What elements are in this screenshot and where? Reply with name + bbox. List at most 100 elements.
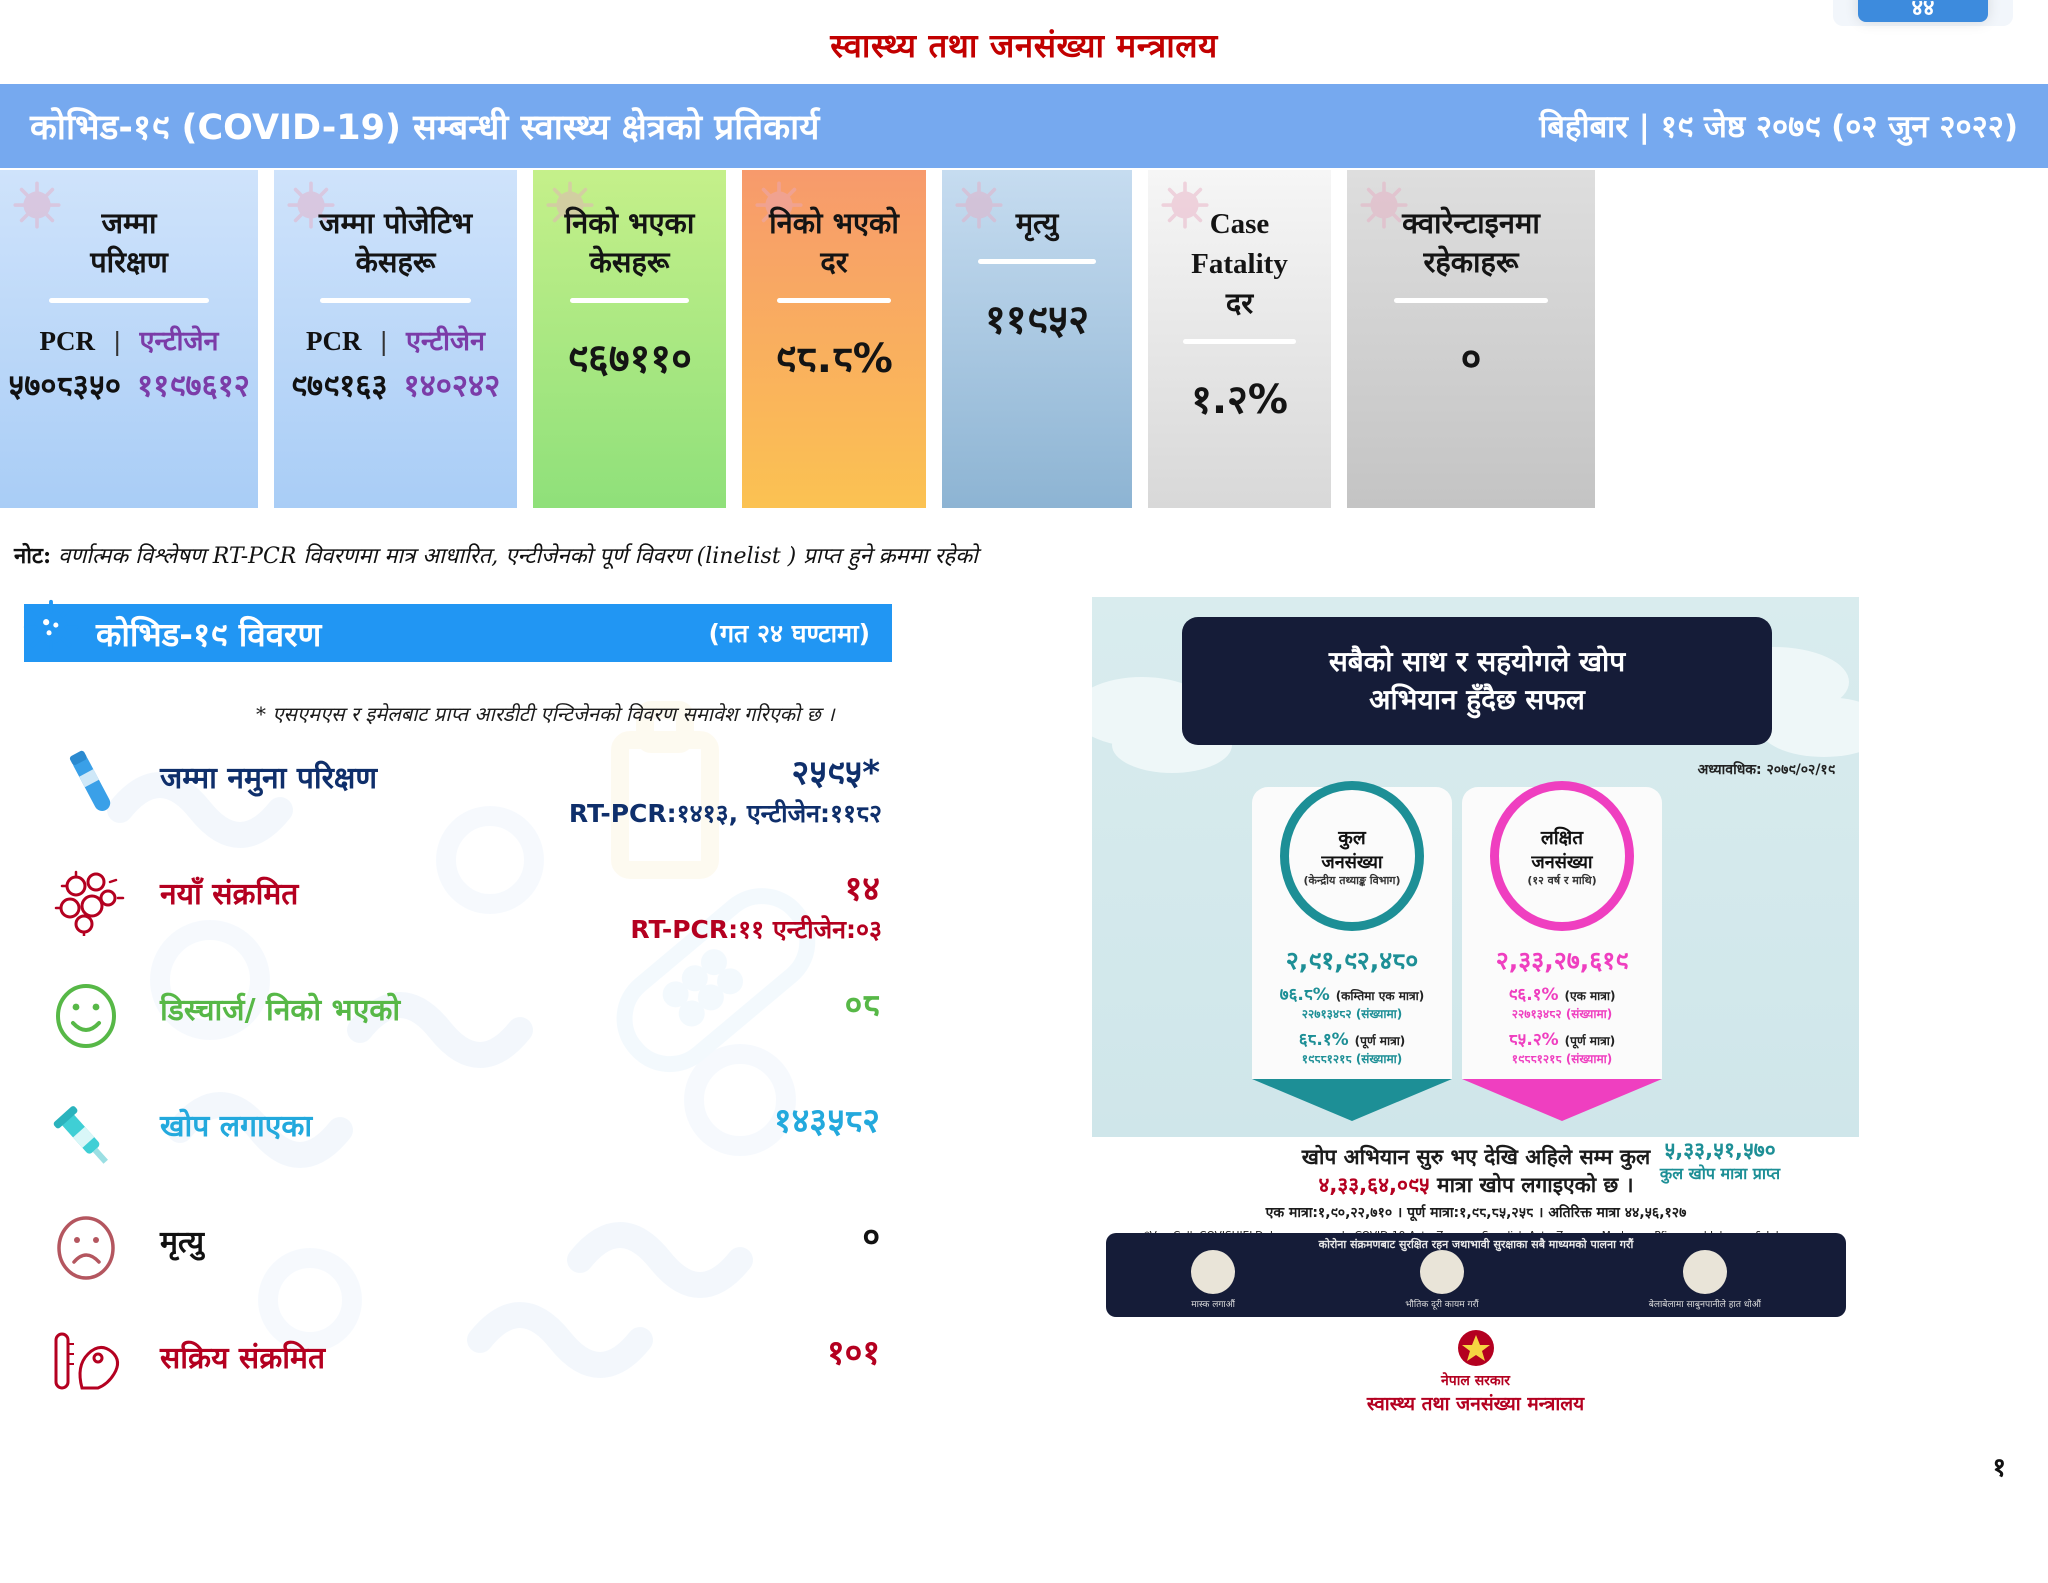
precautions-strip: कोरोना संक्रमणबाट सुरक्षित रहन जथाभावी स… xyxy=(1106,1233,1846,1317)
precaution-caption: बेलाबेलामा साबुनपानीले हात धोऔं xyxy=(1648,1300,1761,1310)
stat-card-divider xyxy=(320,298,471,304)
precaution-avatar-icon xyxy=(1682,1250,1727,1294)
thermometer-patient-icon xyxy=(48,1328,134,1400)
smiley-sad-icon xyxy=(48,1212,134,1284)
detail-row-value: १४ xyxy=(844,869,880,909)
detail-row-label: मृत्यु xyxy=(160,1225,205,1260)
campaign-line3: एक मात्रा:१,९०,२२,७१० । पूर्ण मात्रा:१,९… xyxy=(1265,1205,1687,1221)
virus-icon xyxy=(23,599,79,655)
precaution-distance-item: भौतिक दूरी कायम गरौं xyxy=(1405,1250,1479,1310)
stat-card-sublabels: PCR | एन्टीजेन xyxy=(40,321,219,358)
banner-date: बिहीबार | १९ जेष्ठ २०७९ (०२ जुन २०२२) xyxy=(1539,109,2018,145)
detail-rows: जम्मा नमुना परिक्षण २५९५* RT-PCR:१४१३, एन्… xyxy=(24,740,904,1436)
pill-tail xyxy=(1252,1079,1452,1121)
pill-pct-1: ९६.१% (एक मात्रा) xyxy=(1508,985,1616,1005)
pcr-label: PCR xyxy=(306,326,362,357)
detail-row-detail: RT-PCR:११ एन्टीजेन:०३ xyxy=(630,915,882,944)
detail-row-discharged-recovered: डिस्चार्ज/ निको भएको ०८ xyxy=(24,972,904,1088)
note-text: वर्णात्मक विश्लेषण RT-PCR विवरणमा मात्र … xyxy=(51,544,978,569)
campaign-doses-suffix: मात्रा खोप लगाइएको छ । xyxy=(1429,1173,1634,1197)
virus-icon xyxy=(54,870,125,938)
campaign-doses-number: ४,३३,६४,०९५ xyxy=(1318,1173,1430,1197)
pcr-value: ५७०८३५० xyxy=(8,368,121,405)
antigen-label: एन्टीजेन xyxy=(139,326,219,358)
stat-card-value: ० xyxy=(1460,336,1482,383)
stat-card-recovered-cases: निको भएका केसहरू ९६७११० xyxy=(533,170,726,508)
stat-card-recovery-rate: निको भएको दर ९८.८% xyxy=(742,170,926,508)
label-separator: | xyxy=(113,327,122,357)
detail-row-value: ० xyxy=(862,1217,880,1257)
stat-card-divider xyxy=(49,298,209,304)
stat-card-divider xyxy=(776,298,892,304)
stat-card-title: मृत्यु xyxy=(1015,206,1059,240)
stat-card-value: १.२% xyxy=(1191,377,1288,424)
pill-count-2: १९८८१२१८ (संख्यामा) xyxy=(1301,1052,1403,1066)
virus-icon xyxy=(48,864,134,938)
stat-card-value: ११९५२ xyxy=(985,297,1089,344)
summary-cards: जम्मा परिक्षण PCR | एन्टीजेन ५७०८३५० ११९७६१२ जम… xyxy=(0,170,2048,508)
detail-row-value: १०१ xyxy=(826,1333,880,1373)
poster-pill-total-population: कुल जनसंख्या (केन्द्रीय तथ्याङ्क विभाग) २,९… xyxy=(1252,781,1452,1121)
detail-row-total-samples-tested: जम्मा नमुना परिक्षण २५९५* RT-PCR:१४१३, एन्… xyxy=(24,740,904,856)
detail-row-value: २५९५* xyxy=(791,753,880,793)
pcr-label: PCR xyxy=(39,326,96,357)
panel-subtitle: (गत २४ घण्टामा) xyxy=(708,619,870,648)
precautions-title: कोरोना संक्रमणबाट सुरक्षित रहन जथाभावी स… xyxy=(1318,1238,1634,1251)
pill-pct-2: ८५.२% (पूर्ण मात्रा) xyxy=(1508,1030,1616,1050)
precaution-mask-item: मास्क लगाऔं xyxy=(1191,1250,1236,1310)
pill-number: २,३३,२७,६१९ xyxy=(1495,946,1629,975)
test-tube-icon xyxy=(48,748,134,820)
detail-row-vaccinated: खोप लगाएका १४३५८२ xyxy=(24,1088,904,1204)
stat-card-divider xyxy=(978,259,1096,265)
pill-circle: कुल जनसंख्या (केन्द्रीय तथ्याङ्क विभाग) xyxy=(1280,781,1424,931)
detail-row-new-infections: नयाँ संक्रमित १४ RT-PCR:११ एन्टीजेन:०३ xyxy=(24,856,904,972)
smiley-happy-icon xyxy=(56,984,116,1048)
page-number: १ xyxy=(1992,1453,2006,1483)
report-banner: कोभिड-१९ (COVID-19) सम्बन्धी स्वास्थ्य क… xyxy=(0,84,2048,168)
pill-pct-1: ७६.८% (कम्तिमा एक मात्रा) xyxy=(1279,985,1425,1005)
detail-row-label: सक्रिय संक्रमित xyxy=(160,1341,326,1376)
pcr-value: ९७९१६३ xyxy=(290,368,388,405)
stat-card-values: ९७९१६३ १४०२४२ xyxy=(291,364,500,406)
virus-icon xyxy=(955,181,1003,229)
pill-count-2: १९८८१२१८ (संख्यामा) xyxy=(1511,1052,1613,1066)
panel-header: कोभिड-१९ विवरण (गत २४ घण्टामा) xyxy=(24,604,892,662)
detail-row-label: खोप लगाएका xyxy=(160,1109,313,1144)
virus-icon xyxy=(13,181,61,229)
detail-row-label: डिस्चार्ज/ निको भएको xyxy=(160,993,401,1028)
poster-as-of: अध्यावधिक: २०७९/०२/१९ xyxy=(1697,762,1835,778)
note-prefix: नोट: xyxy=(14,543,52,569)
stat-card-divider xyxy=(1394,298,1548,304)
thermometer-patient-icon xyxy=(54,1332,119,1390)
poster-banner: सबैको साथ र सहयोगले खोप अभियान हुँदैछ सफ… xyxy=(1182,617,1772,745)
label-separator: | xyxy=(379,327,388,357)
report-note: नोट: वर्णात्मक विश्लेषण RT-PCR विवरणमा म… xyxy=(14,540,978,570)
detail-row-deaths: मृत्यु ० xyxy=(24,1204,904,1320)
gov-line2: स्वास्थ्य तथा जनसंख्या मन्त्रालय xyxy=(1366,1393,1585,1415)
pill-number: २,९१,९२,४८० xyxy=(1285,946,1419,975)
antigen-value: ११९७६१२ xyxy=(137,368,250,405)
antigen-label: एन्टीजेन xyxy=(405,326,485,358)
detail-row-label: जम्मा नमुना परिक्षण xyxy=(160,761,378,796)
top-tab[interactable]: ४४ xyxy=(1858,0,1988,22)
panel-title: कोभिड-१९ विवरण xyxy=(96,614,322,654)
stat-card-divider xyxy=(1182,339,1297,345)
ministry-title: स्वास्थ्य तथा जनसंख्या मन्त्रालय xyxy=(830,26,1218,65)
test-tube-icon xyxy=(69,750,111,811)
stat-card-title: निको भएका केसहरू xyxy=(564,206,695,280)
pill-count-1: २२७१३४८२ (संख्यामा) xyxy=(1511,1007,1613,1021)
government-block: नेपाल सरकार स्वास्थ्य तथा जनसंख्या मन्त्… xyxy=(1092,1327,1859,1416)
pill-circle-note: (१२ वर्ष र माथि) xyxy=(1527,874,1597,888)
stat-card-title: Case Fatality दर xyxy=(1191,208,1288,321)
stat-card-value: ९६७११० xyxy=(567,336,692,383)
pill-count-1: २२७१३४८२ (संख्यामा) xyxy=(1301,1007,1403,1021)
pill-circle-line2: जनसंख्या xyxy=(1321,852,1383,874)
smiley-happy-icon xyxy=(48,980,134,1052)
campaign-total: ५,३३,५१,५७० कुल खोप मात्रा प्राप्त xyxy=(1605,1137,1835,1185)
smiley-sad-icon xyxy=(57,1216,115,1280)
detail-row-active-cases: सक्रिय संक्रमित १०१ xyxy=(24,1320,904,1436)
report-page: ४४ स्वास्थ्य तथा जनसंख्या मन्त्रालय कोभि… xyxy=(0,0,2048,1583)
poster-banner-line2: अभियान हुँदैछ सफल xyxy=(1369,683,1585,716)
pill-tail xyxy=(1462,1079,1662,1121)
pill-circle-line1: लक्षित xyxy=(1540,827,1584,850)
